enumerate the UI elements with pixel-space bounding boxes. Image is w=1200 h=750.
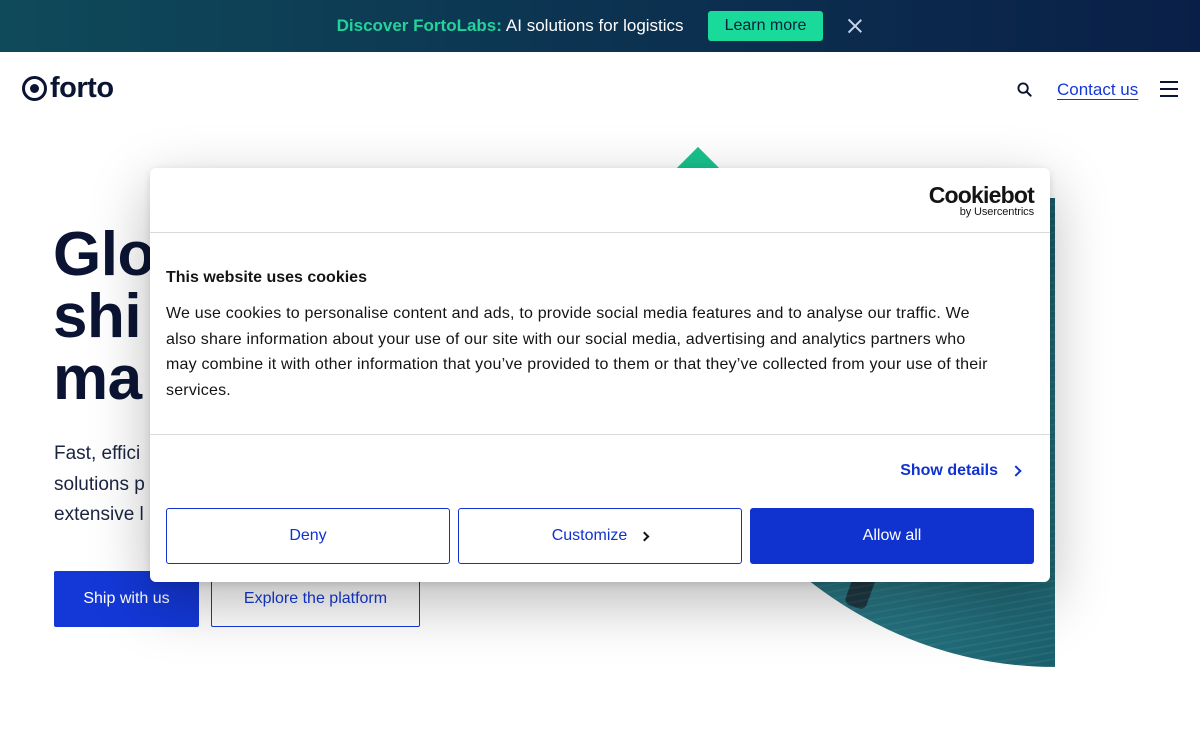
hero-subtitle-line: Fast, effici <box>54 443 141 464</box>
site-header: forto Contact us <box>0 52 1200 126</box>
cookie-dialog-title: This website uses cookies <box>166 269 367 286</box>
cookiebot-logo-text: Cookiebot <box>928 182 1035 208</box>
deny-button[interactable]: Deny <box>166 508 450 564</box>
hero-title-line: Glo <box>53 220 155 289</box>
promo-brand: Discover FortoLabs: <box>336 16 502 35</box>
cookiebot-logo-subtext: by Usercentrics <box>959 206 1034 218</box>
show-details-label: Show details <box>900 462 998 479</box>
close-icon[interactable] <box>847 18 863 34</box>
chevron-right-icon <box>639 531 650 541</box>
dialog-header: Cookiebot by Usercentrics <box>150 168 1050 233</box>
chevron-right-icon <box>1010 465 1022 477</box>
hero-subtitle-line: solutions p <box>54 473 145 495</box>
hero-title-line: shi <box>53 282 142 351</box>
learn-more-button[interactable]: Learn more <box>707 11 824 41</box>
cookie-consent-dialog: Cookiebot by Usercentrics This website u… <box>150 168 1050 582</box>
hamburger-menu-icon[interactable] <box>1160 81 1178 97</box>
cookie-body-line: also share information about your use of… <box>166 330 966 348</box>
promo-banner: Discover FortoLabs: AI solutions for log… <box>0 0 1200 52</box>
hero-subtitle: Fast, effici solutions p extensive l <box>54 439 145 531</box>
contact-us-link[interactable]: Contact us <box>1057 80 1138 100</box>
logo-mark-icon <box>22 75 47 101</box>
cookie-dialog-body: We use cookies to personalise content an… <box>166 301 1036 403</box>
hero-title: Glo shi ma <box>53 224 155 410</box>
logo-text: forto <box>50 72 114 104</box>
hero-subtitle-line: extensive l <box>54 504 144 525</box>
search-icon[interactable] <box>1017 82 1032 97</box>
allow-all-button[interactable]: Allow all <box>750 508 1034 564</box>
cookie-body-line: services. <box>166 381 231 399</box>
customize-button[interactable]: Customize <box>458 508 742 564</box>
promo-text: Discover FortoLabs: AI solutions for log… <box>337 16 684 36</box>
forto-logo[interactable]: forto <box>22 72 114 104</box>
promo-message: AI solutions for logistics <box>505 16 684 35</box>
cookie-body-line: We use cookies to personalise content an… <box>166 305 970 322</box>
cookiebot-logo[interactable]: Cookiebot by Usercentrics <box>928 182 1035 218</box>
show-details-link[interactable]: Show details <box>900 462 1022 480</box>
hero-title-line: ma <box>53 344 142 413</box>
dialog-divider <box>150 434 1050 435</box>
customize-label: Customize <box>551 527 628 544</box>
cookie-body-line: may combine it with other information th… <box>166 356 988 373</box>
